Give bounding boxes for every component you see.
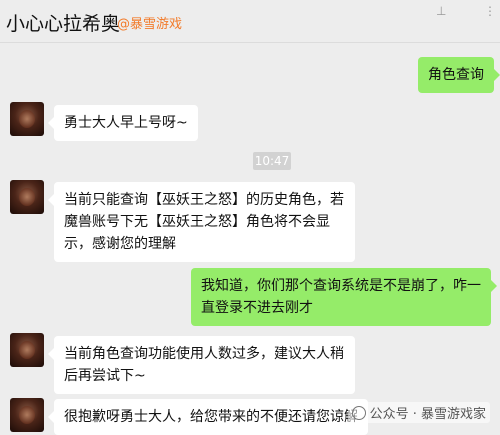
watermark: 公众号 · 暴雪游戏家 — [347, 402, 490, 423]
message-bubble-received[interactable]: 当前只能查询【巫妖王之怒】的历史角色，若魔兽账号下无【巫妖王之怒】角色将不会显示… — [48, 182, 355, 262]
message-bubble-received[interactable]: 很抱歉呀勇士大人，给您带来的不便还请您谅解 — [48, 399, 368, 435]
watermark-text: 公众号 · 暴雪游戏家 — [369, 407, 486, 422]
chat-header: 小心心拉希奥 @暴雪游戏 ⊥ ⋮ — [0, 0, 500, 43]
avatar[interactable] — [10, 102, 44, 136]
more-icon[interactable]: ⋮ — [484, 4, 496, 18]
wechat-official-account-icon — [351, 405, 366, 420]
message-bubble-received[interactable]: 当前角色查询功能使用人数过多，建议大人稍后再尝试下~ — [48, 336, 355, 394]
avatar[interactable] — [10, 398, 44, 432]
pin-icon[interactable]: ⊥ — [436, 4, 446, 18]
chat-title: 小心心拉希奥 — [6, 13, 121, 35]
timestamp: 10:47 — [253, 152, 291, 170]
avatar[interactable] — [10, 333, 44, 367]
avatar[interactable] — [10, 180, 44, 214]
message-bubble-received[interactable]: 勇士大人早上号呀~ — [48, 105, 198, 141]
message-bubble-sent[interactable]: 角色查询 — [418, 57, 500, 93]
chat-tag[interactable]: @暴雪游戏 — [117, 13, 182, 32]
message-bubble-sent[interactable]: 我知道，你们那个查询系统是不是崩了，咋一直登录不进去刚才 — [191, 268, 497, 326]
